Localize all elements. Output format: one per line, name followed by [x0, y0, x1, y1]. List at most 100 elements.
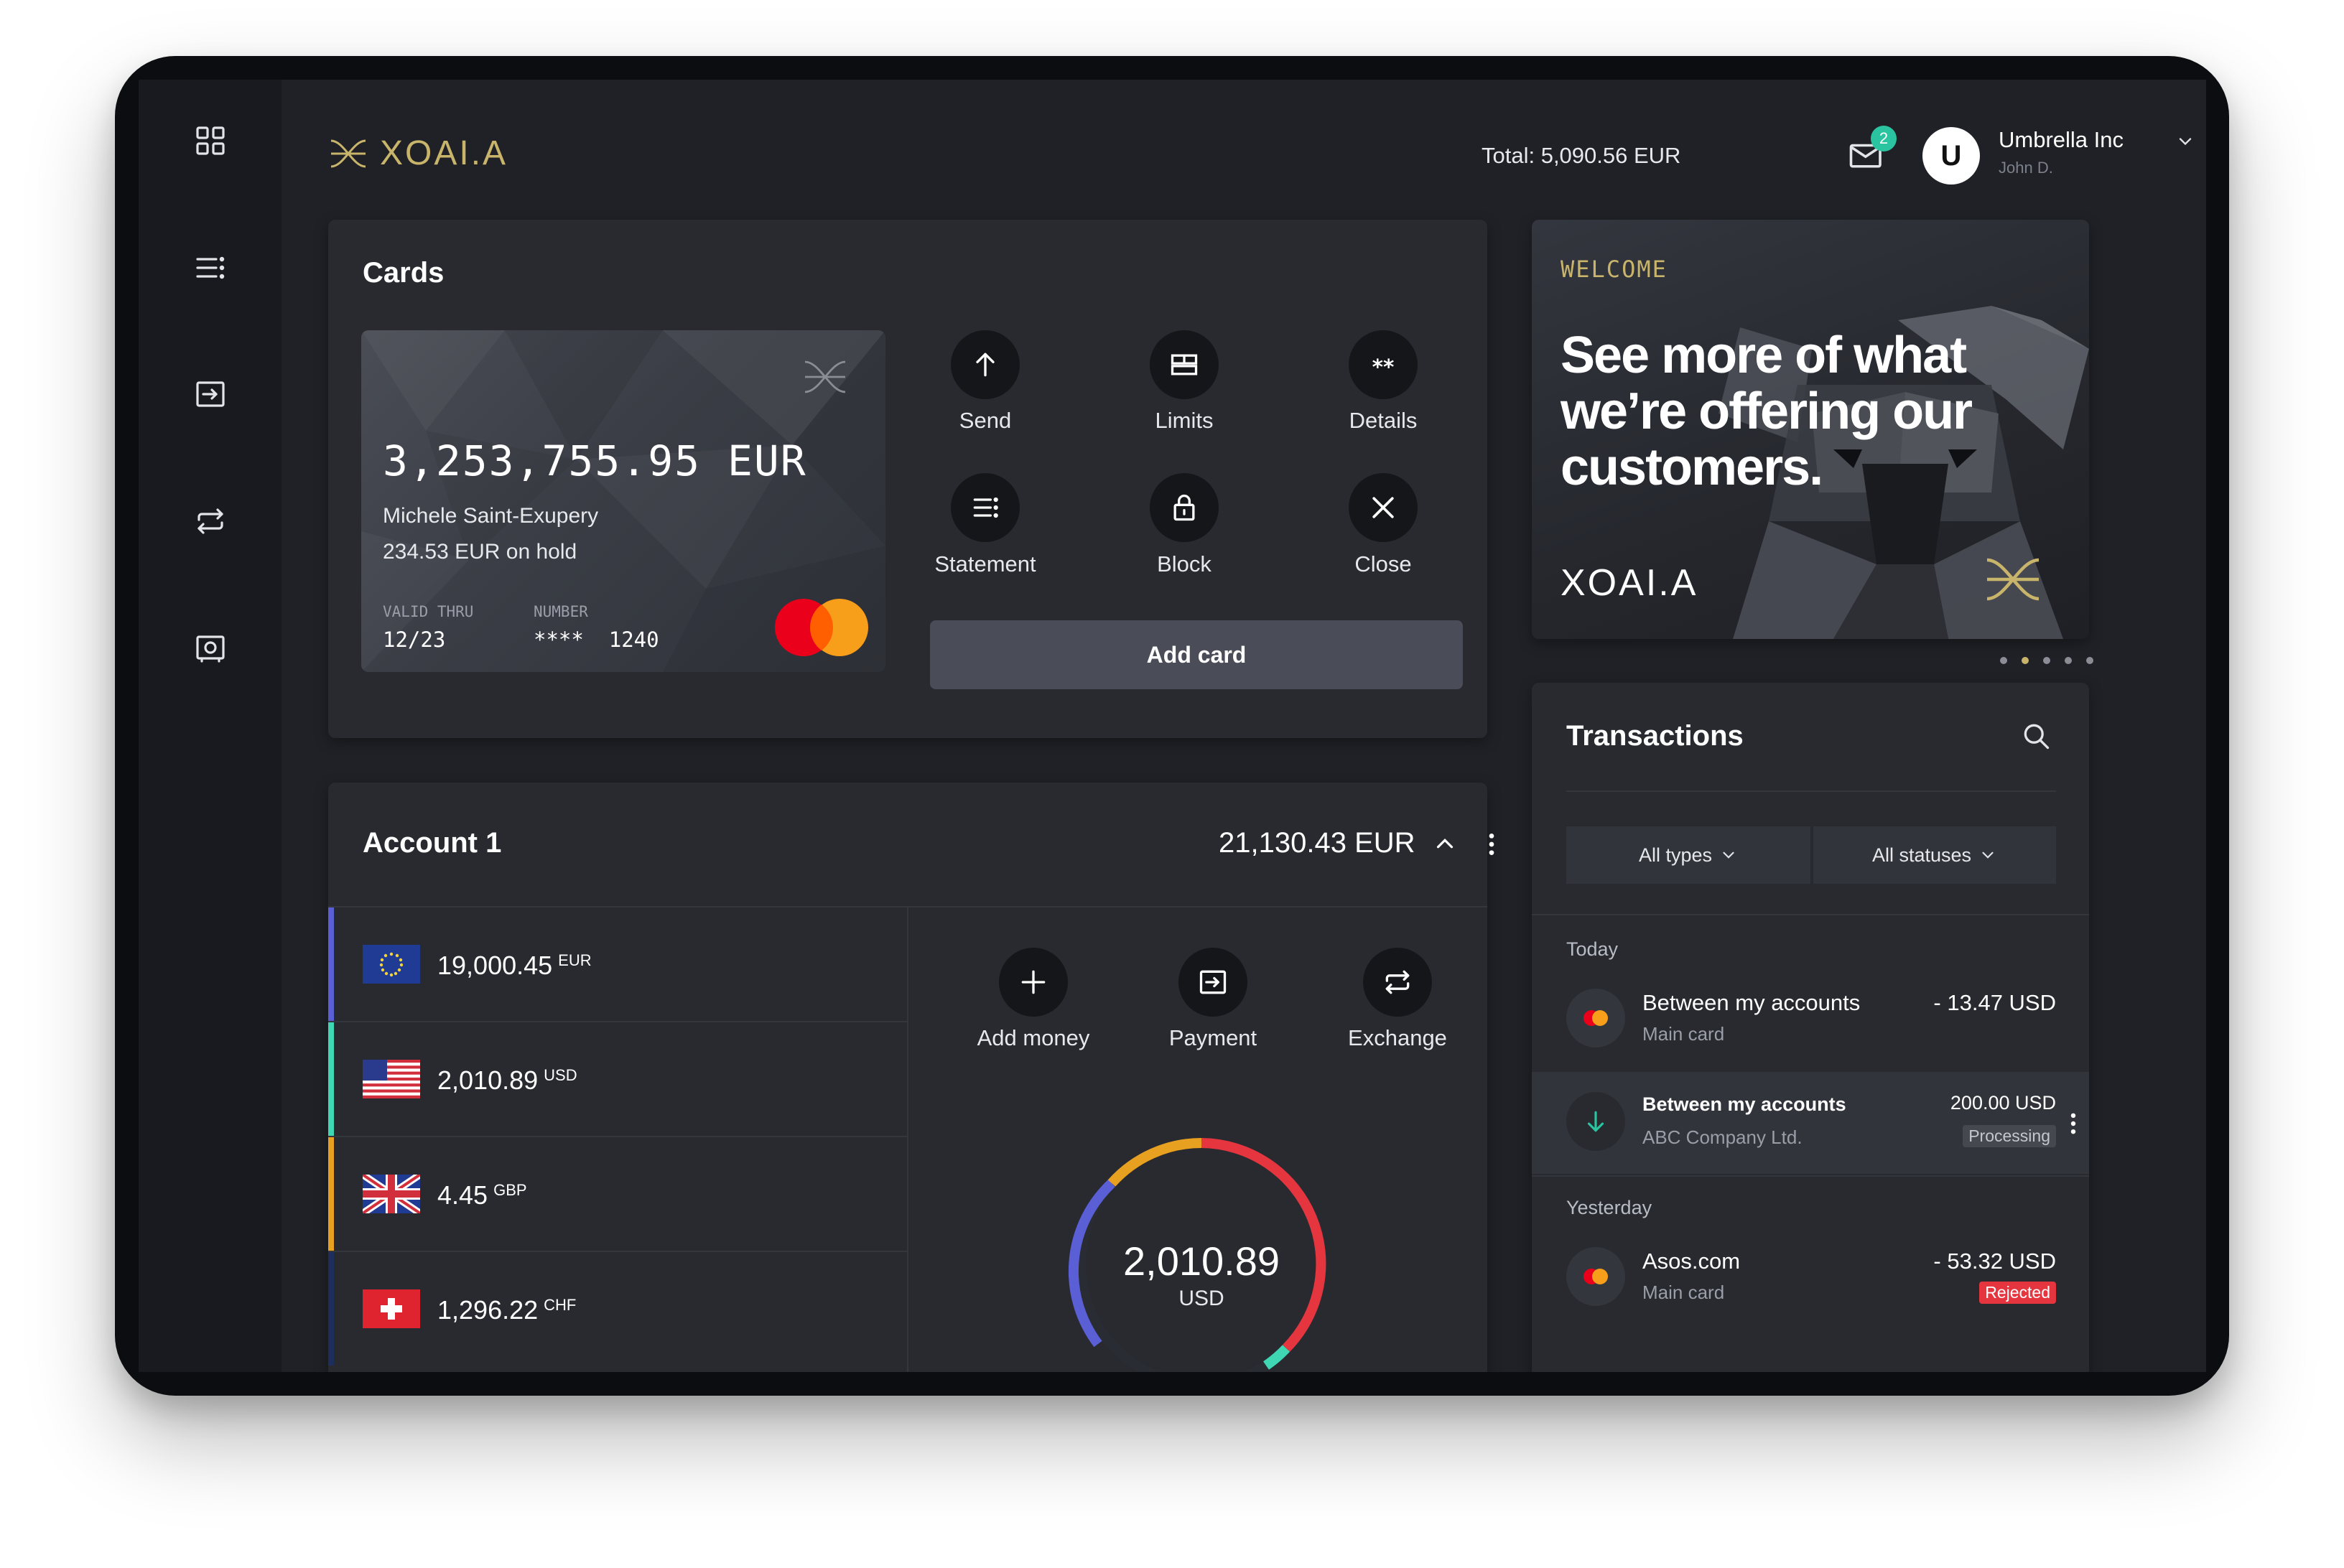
- list-menu-icon[interactable]: [189, 246, 232, 289]
- payment-icon: [1199, 970, 1227, 994]
- exchange-icon[interactable]: [189, 500, 232, 543]
- filter-statuses-dropdown[interactable]: All statuses: [1813, 826, 2056, 884]
- status-badge-rejected: Rejected: [1979, 1282, 2056, 1304]
- transactions-divider: [1532, 1175, 2089, 1177]
- statement-icon: [973, 497, 998, 518]
- carousel-dot-active[interactable]: [2022, 657, 2029, 664]
- exchange-label: Exchange: [1348, 1025, 1447, 1050]
- brand-logo-icon: [327, 132, 377, 182]
- details-label: Details: [1349, 408, 1418, 433]
- search-icon[interactable]: [2020, 720, 2056, 756]
- limits-label: Limits: [1155, 408, 1214, 433]
- donut-segment-teal: [1262, 1345, 1290, 1370]
- currency-amount: 19,000.45: [437, 951, 553, 980]
- brand-name[interactable]: XOAI.A: [380, 134, 508, 173]
- limits-button[interactable]: [1150, 330, 1219, 399]
- app-screen: XOAI.A Total: 5,090.56 EUR 2 U Umbrella …: [139, 80, 2206, 1372]
- company-name[interactable]: Umbrella Inc: [1999, 127, 2124, 153]
- transaction-amount: - 53.32 USD: [1933, 1249, 2056, 1274]
- group-label-yesterday: Yesterday: [1566, 1197, 1652, 1218]
- transaction-row[interactable]: Between my accounts Main card - 13.47 US…: [1532, 971, 2089, 1070]
- cards-panel: Cards 3,253,755.95 EUR Michele Saint-Exu…: [328, 220, 1487, 738]
- donut-segment-orange: [1107, 1138, 1202, 1187]
- details-button[interactable]: **: [1349, 330, 1418, 399]
- currency-code: CHF: [544, 1296, 577, 1314]
- transaction-amount: - 13.47 USD: [1933, 990, 2056, 1015]
- more-vertical-icon[interactable]: [1477, 829, 1506, 860]
- add-money-button[interactable]: [999, 948, 1068, 1017]
- transaction-row-selected[interactable]: Between my accounts ABC Company Ltd. 200…: [1532, 1072, 2089, 1174]
- card-number-label: NUMBER: [534, 603, 588, 620]
- add-card-button[interactable]: Add card: [930, 620, 1463, 689]
- payment-button[interactable]: [1178, 948, 1247, 1017]
- dashboard-grid-icon[interactable]: [189, 119, 232, 162]
- mastercard-icon: [1566, 989, 1625, 1047]
- transaction-subtitle: Main card: [1642, 1282, 1725, 1303]
- uk-flag-icon: [361, 1171, 422, 1217]
- mastercard-logo-icon: [773, 597, 870, 658]
- transaction-row[interactable]: Asos.com Main card - 53.32 USD Rejected: [1532, 1230, 2089, 1330]
- currency-amount: 1,296.22: [437, 1295, 539, 1325]
- send-label: Send: [959, 408, 1012, 433]
- row-accent: [328, 1022, 334, 1136]
- card-logo-icon: [796, 352, 854, 402]
- close-icon: [1372, 497, 1394, 518]
- transactions-title: Transactions: [1566, 720, 1744, 752]
- welcome-banner[interactable]: WELCOME See more of what we’re offering …: [1532, 220, 2089, 639]
- credit-card[interactable]: 3,253,755.95 EUR Michele Saint-Exupery 2…: [361, 330, 885, 672]
- carousel-dot[interactable]: [2043, 657, 2050, 664]
- transaction-subtitle: Main card: [1642, 1023, 1725, 1045]
- currency-row-eur[interactable]: 19,000.45 EUR: [328, 907, 907, 1021]
- close-button[interactable]: [1349, 473, 1418, 542]
- currency-code: GBP: [493, 1181, 527, 1199]
- filter-statuses-label: All statuses: [1871, 844, 1972, 866]
- chevron-down-icon[interactable]: [2175, 131, 2197, 153]
- svg-text:**: **: [1372, 355, 1395, 379]
- sidebar: [139, 80, 282, 1372]
- mail-count-badge: 2: [1871, 126, 1897, 151]
- carousel-dot[interactable]: [2000, 657, 2007, 664]
- transactions-divider: [1532, 914, 2089, 915]
- currency-row-gbp[interactable]: 4.45 GBP: [328, 1137, 907, 1251]
- more-vertical-icon[interactable]: [2068, 1108, 2082, 1139]
- total-balance: Total: 5,090.56 EUR: [1482, 143, 1681, 168]
- payment-label: Payment: [1168, 1025, 1257, 1050]
- block-label: Block: [1157, 551, 1211, 577]
- chevron-down-icon: [1982, 851, 1994, 859]
- row-accent: [328, 1137, 334, 1251]
- account-panel: Account 1 21,130.43 EUR 19,000.45 EUR 2,…: [328, 783, 1494, 1372]
- safe-icon[interactable]: [189, 627, 232, 670]
- currency-code: USD: [544, 1066, 577, 1084]
- account-total: 21,130.43 EUR: [1219, 827, 1415, 859]
- send-button[interactable]: [951, 330, 1020, 399]
- filter-types-dropdown[interactable]: All types: [1566, 826, 1810, 884]
- currency-row-chf[interactable]: 1,296.22 CHF: [328, 1252, 907, 1366]
- carousel-dot[interactable]: [2065, 657, 2072, 664]
- block-button[interactable]: [1150, 473, 1219, 542]
- avatar[interactable]: U: [1922, 127, 1980, 185]
- carousel-dot[interactable]: [2086, 657, 2093, 664]
- transaction-title: Between my accounts: [1642, 990, 1861, 1015]
- carousel-dots[interactable]: [1994, 654, 2102, 668]
- us-flag-icon: [363, 1060, 420, 1098]
- welcome-kicker: WELCOME: [1561, 256, 1668, 283]
- cards-title: Cards: [363, 257, 445, 289]
- currency-row-usd[interactable]: 2,010.89 USD: [328, 1022, 907, 1136]
- add-money-label: Add money: [977, 1025, 1090, 1050]
- statement-button[interactable]: [951, 473, 1020, 542]
- group-label-today: Today: [1566, 938, 1619, 960]
- exchange-button[interactable]: [1363, 948, 1432, 1017]
- card-balance: 3,253,755.95 EUR: [383, 437, 807, 485]
- chevron-up-icon[interactable]: [1431, 830, 1460, 859]
- welcome-brand: XOAI.A: [1561, 562, 1698, 604]
- payment-icon[interactable]: [189, 373, 232, 416]
- mastercard-icon: [1566, 1247, 1625, 1306]
- asterisks-icon: **: [1372, 355, 1395, 379]
- row-accent: [328, 1252, 334, 1366]
- mail-button[interactable]: 2: [1848, 126, 1897, 179]
- user-name: John D.: [1999, 159, 2053, 177]
- filter-types-label: All types: [1638, 844, 1713, 866]
- currency-amount: 4.45: [437, 1180, 488, 1210]
- transaction-title: Asos.com: [1642, 1249, 1741, 1274]
- account-title: Account 1: [363, 827, 502, 859]
